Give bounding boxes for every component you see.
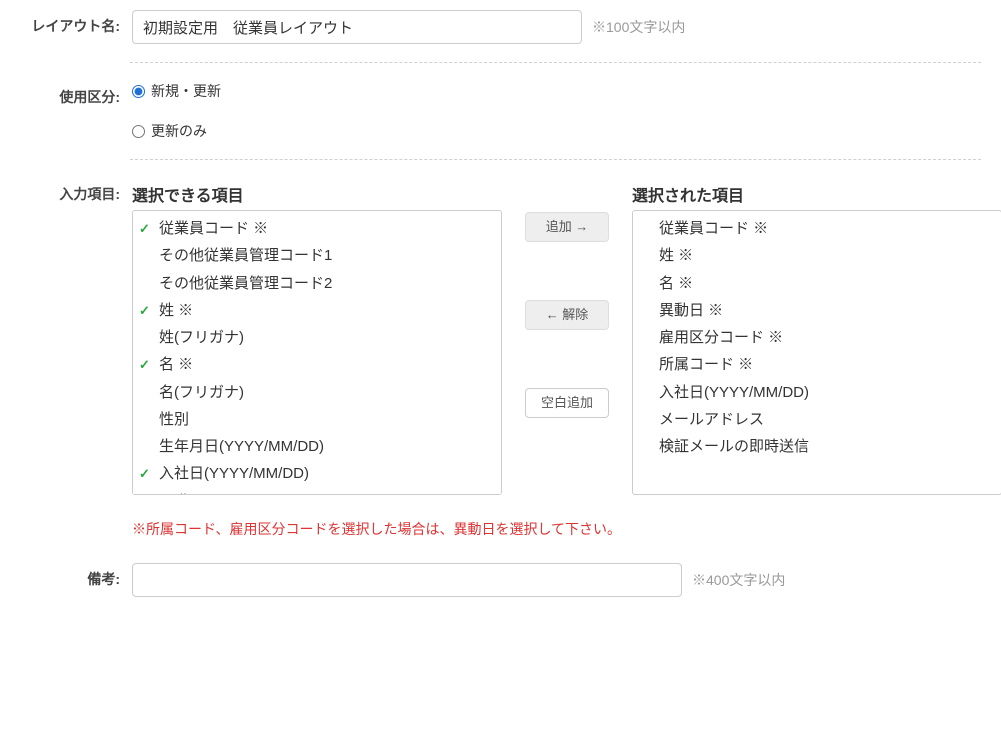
selection-note: ※所属コード、雇用区分コードを選択した場合は、異動日を選択して下さい。: [132, 519, 981, 539]
available-items-title: 選択できる項目: [132, 182, 502, 206]
list-item-label: 異動日 ※: [659, 302, 723, 319]
remarks-label: 備考:: [20, 563, 120, 589]
layout-name-hint: ※100文字以内: [592, 17, 685, 37]
available-items-listbox[interactable]: ✓ 従業員コード ※ その他従業員管理コード1 その他従業員管理コード2 ✓ 姓 ※ 姓(フ…: [132, 210, 502, 495]
divider: [130, 62, 981, 63]
list-item-label: 名 ※: [159, 356, 193, 373]
list-item-label: 検証メールの即時送信: [659, 438, 809, 455]
list-item[interactable]: ✓ 従業員コード ※: [133, 215, 501, 242]
list-item[interactable]: 異動日 ※: [633, 297, 1001, 324]
list-item-label: 所属コード ※: [659, 356, 753, 373]
list-item[interactable]: 雇用区分コード ※: [633, 324, 1001, 351]
check-icon: ✓: [139, 464, 150, 484]
list-item[interactable]: 姓(フリガナ): [133, 324, 501, 351]
list-item[interactable]: 姓 ※: [633, 242, 1001, 269]
list-item[interactable]: その他従業員管理コード1: [133, 242, 501, 269]
list-item-label: その他従業員管理コード1: [159, 247, 332, 264]
list-item[interactable]: 検証メールの即時送信: [633, 433, 1001, 460]
check-icon: ✓: [139, 301, 150, 321]
list-item[interactable]: 名(フリガナ): [133, 379, 501, 406]
selected-items-title: 選択された項目: [632, 182, 1001, 206]
check-icon: ✓: [139, 219, 150, 239]
check-icon: ✓: [139, 355, 150, 375]
list-item[interactable]: 名 ※: [633, 270, 1001, 297]
list-item-label: 雇用区分コード ※: [659, 329, 783, 346]
list-item-label: メールアドレス: [659, 411, 764, 428]
usage-radio-update-only-label: 更新のみ: [151, 121, 207, 141]
list-item-label: 名 ※: [659, 275, 693, 292]
list-item[interactable]: 性別: [133, 406, 501, 433]
usage-class-label: 使用区分:: [20, 81, 120, 107]
list-item-label: 名(フリガナ): [159, 384, 244, 401]
usage-radio-update-only[interactable]: [132, 125, 145, 138]
list-item[interactable]: 所属コード ※: [633, 351, 1001, 378]
list-item[interactable]: ✓ 名 ※: [133, 351, 501, 378]
layout-name-input[interactable]: [132, 10, 582, 44]
layout-name-label: レイアウト名:: [20, 10, 120, 36]
list-item-label: 性別: [159, 411, 189, 428]
remarks-input[interactable]: [132, 563, 682, 597]
usage-radio-new-update[interactable]: [132, 85, 145, 98]
usage-radio-new-update-label: 新規・更新: [151, 81, 221, 101]
list-item-label: 入社日(YYYY/MM/DD): [659, 384, 809, 401]
list-item-label: 従業員コード ※: [159, 220, 268, 237]
list-item[interactable]: 生年月日(YYYY/MM/DD): [133, 433, 501, 460]
list-item[interactable]: メールアドレス: [633, 406, 1001, 433]
add-blank-button[interactable]: 空白追加: [525, 388, 609, 418]
remove-button[interactable]: ← 解除: [525, 300, 609, 330]
list-item-label: 従業員コード ※: [659, 220, 768, 237]
list-item-label: 生年月日(YYYY/MM/DD): [159, 438, 324, 455]
divider: [130, 159, 981, 160]
list-item[interactable]: ✓ 入社日(YYYY/MM/DD): [133, 460, 501, 487]
list-item-label: 退職日(YYYY/MM/DD): [159, 493, 309, 496]
list-item[interactable]: ✓ 姓 ※: [133, 297, 501, 324]
add-button[interactable]: 追加 →: [525, 212, 609, 242]
list-item-label: 姓 ※: [159, 302, 193, 319]
input-items-label: 入力項目:: [20, 178, 120, 204]
list-item-label: 入社日(YYYY/MM/DD): [159, 465, 309, 482]
list-item[interactable]: 入社日(YYYY/MM/DD): [633, 379, 1001, 406]
selected-items-listbox[interactable]: 従業員コード ※ 姓 ※ 名 ※ 異動日 ※ 雇用区分コード ※ 所属コード ※ 入社日(Y…: [632, 210, 1001, 495]
list-item-label: その他従業員管理コード2: [159, 275, 332, 292]
remarks-hint: ※400文字以内: [692, 570, 785, 590]
list-item-label: 姓(フリガナ): [159, 329, 244, 346]
list-item[interactable]: その他従業員管理コード2: [133, 270, 501, 297]
list-item[interactable]: 退職日(YYYY/MM/DD): [133, 488, 501, 496]
list-item[interactable]: 従業員コード ※: [633, 215, 1001, 242]
list-item-label: 姓 ※: [659, 247, 693, 264]
